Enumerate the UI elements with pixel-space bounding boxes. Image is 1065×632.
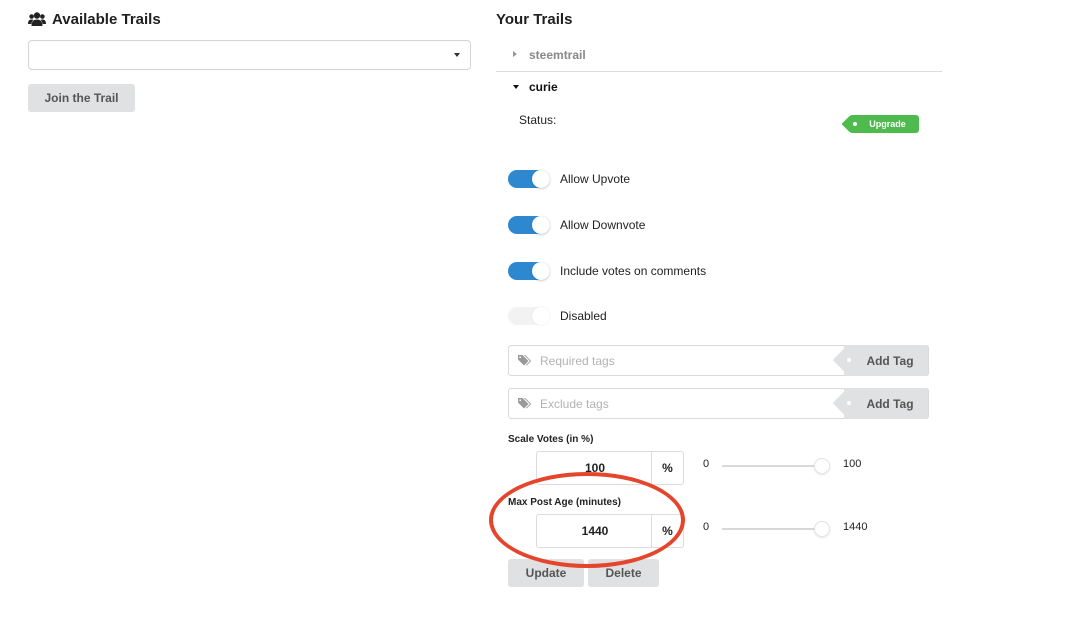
join-trail-button[interactable]: Join the Trail: [28, 84, 135, 112]
allow-upvote-toggle[interactable]: [508, 170, 550, 188]
caret-right-icon: [513, 51, 517, 57]
label-dot-icon: [847, 401, 851, 405]
allow-downvote-label: Allow Downvote: [560, 218, 646, 232]
required-tags-placeholder: Required tags: [540, 354, 615, 368]
toggle-knob: [532, 262, 550, 280]
toggle-knob: [532, 307, 550, 325]
upgrade-badge-label: Upgrade: [869, 119, 906, 129]
your-trails-title: Your Trails: [496, 11, 573, 28]
include-comments-label: Include votes on comments: [560, 264, 707, 278]
accordion-divider: [496, 71, 942, 72]
exclude-tags-placeholder: Exclude tags: [540, 397, 609, 411]
upgrade-badge[interactable]: Upgrade: [850, 115, 919, 133]
caret-down-icon: [513, 85, 519, 89]
toggle-knob: [532, 216, 550, 234]
tags-icon: [518, 398, 532, 409]
available-trails-title: Available Trails: [52, 11, 161, 28]
badge-dot-icon: [853, 122, 857, 126]
status-label: Status:: [519, 113, 557, 127]
add-tag-label: Add Tag: [866, 353, 914, 368]
scale-votes-slider-thumb[interactable]: [814, 458, 830, 474]
add-exclude-tag-button[interactable]: Add Tag: [844, 388, 928, 419]
trail-select[interactable]: [28, 40, 471, 70]
max-post-age-slider-thumb[interactable]: [814, 521, 830, 537]
users-icon: [28, 12, 46, 26]
scale-votes-min: 0: [703, 458, 710, 470]
add-tag-label: Add Tag: [866, 396, 914, 411]
exclude-tags-input[interactable]: Exclude tags Add Tag: [508, 388, 929, 419]
scale-votes-slider-track[interactable]: [722, 465, 822, 467]
disabled-label: Disabled: [560, 309, 607, 323]
scale-votes-unit: %: [651, 452, 683, 484]
required-tags-input[interactable]: Required tags Add Tag: [508, 345, 929, 376]
disabled-toggle[interactable]: [508, 307, 550, 325]
toggle-knob: [532, 170, 550, 188]
max-post-age-min: 0: [703, 521, 710, 533]
caret-down-icon: [454, 53, 460, 57]
allow-upvote-label: Allow Upvote: [560, 172, 631, 186]
scale-votes-max: 100: [843, 458, 862, 470]
tags-icon: [518, 355, 532, 366]
label-dot-icon: [847, 358, 851, 362]
max-post-age-max: 1440: [843, 521, 868, 533]
scale-votes-label: Scale Votes (in %): [508, 434, 594, 445]
trail-name: steemtrail: [529, 48, 586, 62]
allow-downvote-toggle[interactable]: [508, 216, 550, 234]
max-post-age-slider-track[interactable]: [722, 528, 822, 530]
include-comments-toggle[interactable]: [508, 262, 550, 280]
annotation-highlight-ellipse: [489, 472, 685, 568]
trail-name: curie: [529, 80, 558, 94]
add-required-tag-button[interactable]: Add Tag: [844, 345, 928, 376]
